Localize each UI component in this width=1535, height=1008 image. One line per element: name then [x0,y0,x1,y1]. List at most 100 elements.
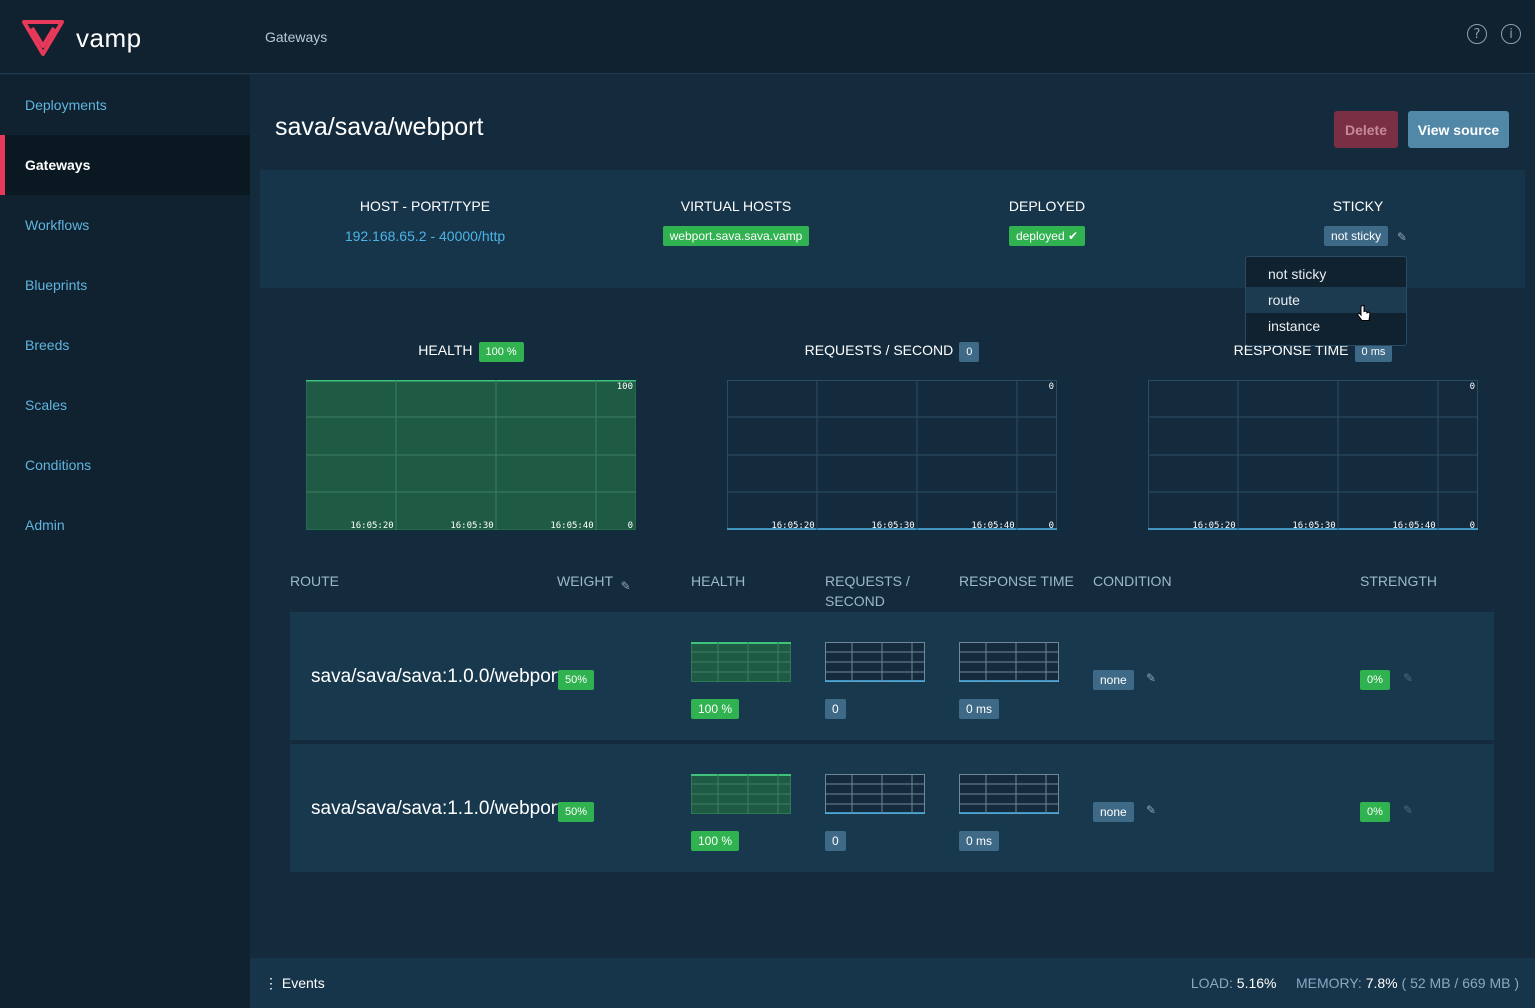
sticky-heading: STICKY [1332,198,1384,214]
memory-label: MEMORY: [1295,975,1362,991]
vamp-logo[interactable]: vamp [22,16,162,60]
events-menu-icon: ⋮ [264,975,278,991]
memory-detail: ( 52 MB / 669 MB ) [1401,975,1519,991]
x-tick-label: 16:05:20 [1192,521,1235,530]
x-tick-label: 16:05:30 [871,521,914,530]
response-time-chart: 0 0 16:05:20 16:05:30 16:05:40 [1148,380,1478,530]
host-link[interactable]: 192.168.65.2 - 40000/http [345,228,505,244]
sidebar-item-gateways[interactable]: Gateways [0,135,250,195]
sticky-option-instance[interactable]: instance [1246,313,1406,339]
sticky-dropdown: not sticky route instance [1245,256,1407,346]
deployed-badge: deployed ✔ [1008,226,1086,246]
requests-max-label: 0 [1049,382,1054,392]
edit-condition-pencil-icon[interactable]: ✎ [1146,803,1158,817]
help-icon[interactable]: ? [1467,24,1487,44]
requests-chart-block: REQUESTS / SECOND 0 0 0 16:05:20 16:05:30… [727,342,1057,530]
edit-strength-pencil-icon[interactable]: ✎ [1403,803,1415,817]
x-tick-label: 16:05:40 [1392,521,1435,530]
route-response-badge: 0 ms [959,699,1000,719]
col-response-time: RESPONSE TIME [959,573,1074,589]
memory-value: 7.8% [1365,975,1398,991]
col-health: HEALTH [691,573,746,589]
requests-title: REQUESTS / SECOND [804,342,954,358]
route-response-sparkline [959,642,1059,682]
virtual-host-badge: webport.sava.sava.vamp [662,226,810,246]
events-toggle[interactable]: ⋮ Events [264,975,325,992]
route-row[interactable]: sava/sava/sava:1.0.0/webport 50% 100 % 0… [290,612,1494,740]
x-tick-label: 16:05:40 [550,521,593,530]
col-requests: REQUESTS / SECOND [825,571,910,611]
route-requests-sparkline [825,774,925,814]
sidebar: Deployments Gateways Workflows Blueprint… [0,75,250,1008]
health-chart-block: HEALTH 100 % 100 0 16:05:20 16:05:30 16:0… [306,342,636,530]
host-heading: HOST - PORT/TYPE [359,198,491,214]
route-health-badge: 100 % [691,699,740,719]
x-tick-label: 16:05:30 [450,521,493,530]
sidebar-item-breeds[interactable]: Breeds [0,315,250,375]
health-chart: 100 0 16:05:20 16:05:30 16:05:40 [306,380,636,530]
requests-badge: 0 [959,342,980,362]
sidebar-item-blueprints[interactable]: Blueprints [0,255,250,315]
events-label: Events [281,975,325,991]
x-tick-label: 16:05:30 [1292,521,1335,530]
load-label: LOAD: [1190,975,1233,991]
edit-weight-pencil-icon[interactable]: ✎ [621,576,633,593]
condition-badge: none [1093,670,1134,690]
x-tick-label: 16:05:40 [971,521,1014,530]
edit-condition-pencil-icon[interactable]: ✎ [1146,671,1158,685]
sticky-badge[interactable]: not sticky [1324,226,1389,246]
sticky-option-route[interactable]: route [1246,287,1406,313]
col-strength: STRENGTH [1360,573,1437,589]
health-title: HEALTH [418,342,473,358]
sidebar-item-deployments[interactable]: Deployments [0,75,250,135]
footer-bar: ⋮ Events LOAD: 5.16% MEMORY: 7.8% ( 52 M… [250,958,1535,1008]
view-source-button[interactable]: View source [1408,111,1509,148]
response-time-max-label: 0 [1470,382,1475,392]
vamp-logo-icon [22,20,64,56]
x-tick-label: 16:05:20 [771,521,814,530]
health-max-label: 100 [617,382,633,392]
hand-cursor-icon [1356,304,1371,321]
health-min-label: 0 [628,521,633,530]
top-bar: vamp Gateways ? i [0,0,1535,74]
strength-badge: 0% [1360,670,1390,690]
x-tick-label: 16:05:20 [350,521,393,530]
main-content: sava/sava/webport Delete View source HOS… [250,75,1535,958]
route-health-badge: 100 % [691,831,740,851]
edit-sticky-pencil-icon[interactable]: ✎ [1396,230,1408,244]
weight-badge: 50% [558,802,595,822]
route-name[interactable]: sava/sava/sava:1.1.0/webport [311,798,559,820]
sidebar-item-admin[interactable]: Admin [0,495,250,555]
response-time-min-label: 0 [1470,521,1475,530]
col-route: ROUTE [290,573,339,589]
route-health-sparkline [691,642,791,682]
col-requests-line2: SECOND [825,593,885,609]
page-breadcrumb: Gateways [265,29,328,45]
route-requests-badge: 0 [825,831,846,851]
sidebar-item-workflows[interactable]: Workflows [0,195,250,255]
route-name[interactable]: sava/sava/sava:1.0.0/webport [311,666,559,688]
sidebar-item-scales[interactable]: Scales [0,375,250,435]
route-health-sparkline [691,774,791,814]
condition-badge: none [1093,802,1134,822]
sidebar-item-conditions[interactable]: Conditions [0,435,250,495]
health-badge: 100 % [478,342,524,362]
col-weight-label: WEIGHT [557,573,613,589]
route-response-sparkline [959,774,1059,814]
route-requests-sparkline [825,642,925,682]
route-requests-badge: 0 [825,699,846,719]
col-weight: WEIGHT ✎ [557,571,633,593]
col-requests-line1: REQUESTS / [825,573,910,589]
col-condition: CONDITION [1093,573,1172,589]
page-title: sava/sava/webport [275,113,484,141]
info-icon[interactable]: i [1501,24,1521,44]
edit-strength-pencil-icon[interactable]: ✎ [1403,671,1415,685]
sticky-option-not-sticky[interactable]: not sticky [1246,261,1406,287]
system-stats: LOAD: 5.16% MEMORY: 7.8% ( 52 MB / 669 M… [1191,975,1519,991]
load-value: 5.16% [1236,975,1277,991]
route-row[interactable]: sava/sava/sava:1.1.0/webport 50% 100 % 0… [290,744,1494,872]
strength-badge: 0% [1360,802,1390,822]
requests-min-label: 0 [1049,521,1054,530]
weight-badge: 50% [558,670,595,690]
delete-button[interactable]: Delete [1334,111,1398,148]
